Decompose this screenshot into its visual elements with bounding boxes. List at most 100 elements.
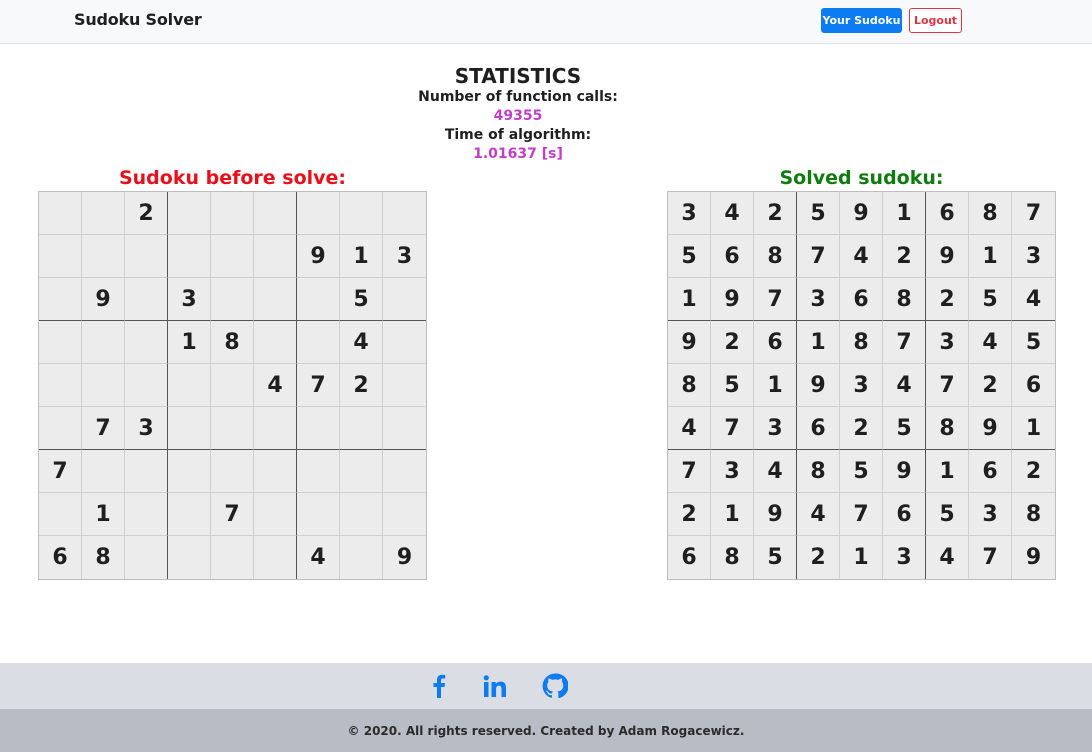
sudoku-cell	[39, 235, 82, 278]
sudoku-cell	[82, 192, 125, 235]
function-calls-label: Number of function calls:	[418, 89, 618, 105]
your-sudoku-button[interactable]: Your Sudoku	[821, 8, 902, 33]
sudoku-cell: 4	[711, 192, 754, 235]
logout-button[interactable]: Logout	[909, 8, 962, 33]
sudoku-board-solved: 3425916875687429131973682549261873458519…	[667, 191, 1056, 580]
sudoku-cell	[39, 192, 82, 235]
sudoku-cell: 8	[211, 321, 254, 364]
sudoku-cell: 2	[668, 493, 711, 536]
sudoku-cell	[168, 192, 211, 235]
sudoku-cell: 4	[340, 321, 383, 364]
sudoku-cell: 1	[340, 235, 383, 278]
sudoku-cell	[125, 493, 168, 536]
sudoku-cell	[82, 235, 125, 278]
sudoku-cell	[39, 321, 82, 364]
sudoku-cell	[39, 493, 82, 536]
brand-link[interactable]: Sudoku Solver	[74, 10, 202, 29]
sudoku-cell	[383, 278, 426, 321]
sudoku-cell	[211, 192, 254, 235]
sudoku-cell: 7	[754, 278, 797, 321]
sudoku-cell	[383, 364, 426, 407]
sudoku-cell	[39, 278, 82, 321]
sudoku-cell: 8	[1012, 493, 1055, 536]
algorithm-time-value: 1.01637 [s]	[473, 146, 563, 162]
footer-copyright-bar: © 2020. All rights reserved. Created by …	[0, 709, 1092, 752]
sudoku-cell: 4	[840, 235, 883, 278]
sudoku-cell: 1	[883, 192, 926, 235]
sudoku-cell: 8	[82, 536, 125, 579]
sudoku-cell: 7	[969, 536, 1012, 579]
sudoku-cell: 2	[840, 407, 883, 450]
sudoku-cell: 7	[668, 450, 711, 493]
sudoku-cell: 5	[1012, 321, 1055, 364]
sudoku-cell: 7	[82, 407, 125, 450]
sudoku-cell	[254, 235, 297, 278]
sudoku-cell: 3	[168, 278, 211, 321]
sudoku-cell: 9	[711, 278, 754, 321]
sudoku-cell: 3	[883, 536, 926, 579]
sudoku-cell: 2	[340, 364, 383, 407]
sudoku-cell	[383, 321, 426, 364]
sudoku-cell	[254, 493, 297, 536]
sudoku-cell: 2	[797, 536, 840, 579]
sudoku-cell: 5	[340, 278, 383, 321]
sudoku-cell	[254, 536, 297, 579]
sudoku-cell: 6	[711, 235, 754, 278]
sudoku-cell	[383, 450, 426, 493]
facebook-icon[interactable]	[425, 672, 453, 700]
sudoku-cell: 5	[926, 493, 969, 536]
sudoku-cell: 5	[883, 407, 926, 450]
sudoku-cell: 4	[926, 536, 969, 579]
sudoku-cell	[297, 278, 340, 321]
sudoku-cell: 1	[82, 493, 125, 536]
sudoku-cell	[340, 407, 383, 450]
footer-social-bar	[0, 663, 1092, 709]
sudoku-cell: 8	[969, 192, 1012, 235]
sudoku-cell	[125, 364, 168, 407]
sudoku-cell: 9	[1012, 536, 1055, 579]
sudoku-cell	[125, 235, 168, 278]
sudoku-cell: 3	[1012, 235, 1055, 278]
sudoku-cell: 9	[840, 192, 883, 235]
sudoku-cell: 4	[254, 364, 297, 407]
linkedin-icon[interactable]	[481, 672, 509, 700]
sudoku-cell: 1	[926, 450, 969, 493]
sudoku-cell: 2	[125, 192, 168, 235]
sudoku-cell: 8	[840, 321, 883, 364]
sudoku-cell: 1	[168, 321, 211, 364]
sudoku-cell: 4	[1012, 278, 1055, 321]
sudoku-cell	[383, 407, 426, 450]
sudoku-board-before: 2913935184472737176849	[38, 191, 427, 580]
sudoku-cell	[82, 321, 125, 364]
sudoku-cell	[383, 192, 426, 235]
sudoku-cell: 6	[39, 536, 82, 579]
sudoku-cell	[340, 536, 383, 579]
board-solved-title: Solved sudoku:	[779, 167, 944, 189]
sudoku-cell: 4	[969, 321, 1012, 364]
sudoku-cell	[168, 536, 211, 579]
sudoku-cell	[82, 364, 125, 407]
sudoku-cell	[211, 364, 254, 407]
sudoku-cell	[383, 493, 426, 536]
github-icon[interactable]	[541, 672, 569, 700]
sudoku-cell: 2	[711, 321, 754, 364]
sudoku-cell: 9	[926, 235, 969, 278]
sudoku-cell: 3	[754, 407, 797, 450]
sudoku-cell: 1	[754, 364, 797, 407]
navbar: Sudoku Solver Your Sudoku Logout	[0, 0, 1092, 44]
sudoku-cell: 3	[668, 192, 711, 235]
sudoku-cell: 9	[797, 364, 840, 407]
sudoku-cell: 1	[1012, 407, 1055, 450]
sudoku-cell: 8	[754, 235, 797, 278]
sudoku-cell: 3	[797, 278, 840, 321]
sudoku-cell: 7	[297, 364, 340, 407]
sudoku-cell: 5	[711, 364, 754, 407]
sudoku-cell	[297, 321, 340, 364]
sudoku-cell: 2	[754, 192, 797, 235]
sudoku-cell	[211, 407, 254, 450]
sudoku-cell: 9	[668, 321, 711, 364]
sudoku-cell	[211, 278, 254, 321]
sudoku-cell	[168, 235, 211, 278]
sudoku-cell	[254, 450, 297, 493]
sudoku-cell	[254, 192, 297, 235]
